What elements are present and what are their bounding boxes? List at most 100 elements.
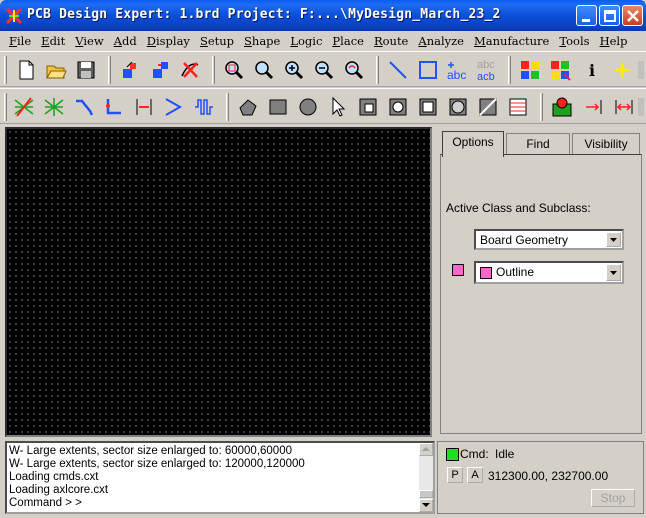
move-icon[interactable]	[116, 56, 144, 84]
app-icon	[5, 7, 23, 25]
maximize-button[interactable]	[599, 5, 620, 26]
add-text-icon[interactable]: abc	[444, 56, 472, 84]
delay-tune-icon[interactable]	[190, 93, 218, 121]
status-panel: Cmd: Idle P A 312300.00, 232700.00 Stop	[437, 441, 644, 514]
measure-icon[interactable]	[610, 93, 638, 121]
toolbar-grip[interactable]	[4, 56, 7, 84]
zoom-in-icon[interactable]	[280, 56, 308, 84]
shape-add-icon[interactable]	[234, 93, 262, 121]
toolbar-grip[interactable]	[108, 56, 111, 84]
shape-circle-icon[interactable]	[294, 93, 322, 121]
zoom-points-icon[interactable]	[220, 56, 248, 84]
menu-edit[interactable]: Edit	[36, 34, 70, 48]
spread-icon[interactable]	[160, 93, 188, 121]
routing-toolbar	[0, 88, 646, 124]
menu-manufacture[interactable]: Manufacture	[469, 34, 554, 48]
info-icon[interactable]: i	[578, 56, 606, 84]
unrats-icon[interactable]	[10, 93, 38, 121]
drc-icon[interactable]	[548, 93, 576, 121]
toolbar-grip[interactable]	[376, 56, 379, 84]
coordinate-readout: 312300.00, 232700.00	[488, 469, 609, 483]
slide-icon[interactable]	[100, 93, 128, 121]
toolbar-grip[interactable]	[508, 56, 511, 84]
color-layers-icon[interactable]	[516, 56, 544, 84]
new-file-button[interactable]	[12, 56, 40, 84]
void-circle-icon[interactable]	[384, 93, 412, 121]
subclass-color-swatch[interactable]	[452, 264, 464, 276]
menu-display[interactable]: Display	[142, 34, 195, 48]
absolute-coords-button[interactable]: A	[467, 467, 483, 483]
tab-options[interactable]: Options	[442, 131, 504, 157]
tab-find[interactable]: Find	[506, 133, 570, 155]
menu-route[interactable]: Route	[369, 34, 413, 48]
select-pointer-icon[interactable]	[324, 93, 352, 121]
toolbar-grip[interactable]	[4, 93, 7, 121]
add-rectangle-icon[interactable]	[414, 56, 442, 84]
toolbar-grip[interactable]	[212, 56, 215, 84]
main-toolbar: abc abc acb i	[0, 51, 646, 87]
chevron-down-icon[interactable]	[606, 232, 621, 247]
menu-add[interactable]: Add	[109, 34, 142, 48]
stop-button[interactable]: Stop	[591, 489, 635, 507]
subclass-color-icon	[480, 267, 492, 279]
menu-file[interactable]: File	[4, 34, 36, 48]
zoom-previous-icon[interactable]	[340, 56, 368, 84]
title-bar[interactable]: PCB Design Expert: 1.brd Project: F:...\…	[0, 0, 646, 31]
void-element-icon[interactable]	[444, 93, 472, 121]
rats-icon[interactable]	[40, 93, 68, 121]
menu-analyze[interactable]: Analyze	[413, 34, 469, 48]
console-line: W- Large extents, sector size enlarged t…	[9, 445, 292, 457]
menu-help[interactable]: Help	[595, 34, 633, 48]
pick-point-button[interactable]: P	[447, 467, 463, 483]
command-status-indicator	[446, 448, 459, 461]
scroll-thumb[interactable]	[419, 490, 433, 498]
menu-logic[interactable]: Logic	[285, 34, 327, 48]
toolbar-overflow-icon[interactable]	[636, 56, 646, 84]
edit-boundary-icon[interactable]	[474, 93, 502, 121]
toolbar-grip[interactable]	[540, 93, 543, 121]
change-text-bottom-label: acb	[477, 71, 495, 83]
custom-smooth-icon[interactable]	[130, 93, 158, 121]
menu-shape[interactable]: Shape	[239, 34, 285, 48]
active-class-label: Active Class and Subclass:	[446, 201, 591, 215]
add-text-label: abc	[447, 68, 466, 82]
panel-tabs: Options Find Visibility	[440, 131, 642, 157]
toolbar-overflow-icon[interactable]	[636, 93, 646, 121]
scroll-down-icon[interactable]	[419, 499, 433, 512]
highlight-icon[interactable]	[608, 56, 636, 84]
shape-rect-icon[interactable]	[264, 93, 292, 121]
command-prompt[interactable]: Command > >	[9, 497, 305, 510]
shape-void-icon[interactable]	[354, 93, 382, 121]
subclass-select[interactable]: Outline	[474, 261, 624, 284]
save-button[interactable]	[72, 56, 100, 84]
zoom-fit-icon[interactable]	[250, 56, 278, 84]
open-file-button[interactable]	[42, 56, 70, 84]
void-rect-icon[interactable]	[414, 93, 442, 121]
cmd-status-value: Idle	[495, 447, 515, 461]
menu-place[interactable]: Place	[327, 34, 369, 48]
command-console[interactable]: W- Large extents, sector size enlarged t…	[5, 441, 435, 514]
zoom-out-icon[interactable]	[310, 56, 338, 84]
console-scrollbar[interactable]	[419, 443, 433, 512]
menu-setup[interactable]: Setup	[195, 34, 239, 48]
menu-tools[interactable]: Tools	[554, 34, 594, 48]
delete-icon[interactable]	[176, 56, 204, 84]
change-text-icon[interactable]: abc acb	[474, 56, 502, 84]
toolbar-grip[interactable]	[226, 93, 229, 121]
color-visibility-icon[interactable]	[546, 56, 574, 84]
add-line-icon[interactable]	[384, 56, 412, 84]
shape-hatch-icon[interactable]	[504, 93, 532, 121]
close-button[interactable]	[622, 5, 643, 26]
minimize-button[interactable]	[576, 5, 597, 26]
add-connect-icon[interactable]	[70, 93, 98, 121]
subclass-select-value: Outline	[496, 265, 535, 279]
menu-view[interactable]: View	[70, 34, 108, 48]
tab-visibility[interactable]: Visibility	[572, 133, 640, 155]
console-output: W- Large extents, sector size enlarged t…	[9, 445, 305, 510]
dimension-icon[interactable]	[580, 93, 608, 121]
copy-icon[interactable]	[146, 56, 174, 84]
scroll-up-icon[interactable]	[419, 443, 433, 456]
design-canvas[interactable]	[5, 127, 432, 437]
chevron-down-icon[interactable]	[606, 264, 621, 281]
class-select[interactable]: Board Geometry	[474, 229, 624, 250]
